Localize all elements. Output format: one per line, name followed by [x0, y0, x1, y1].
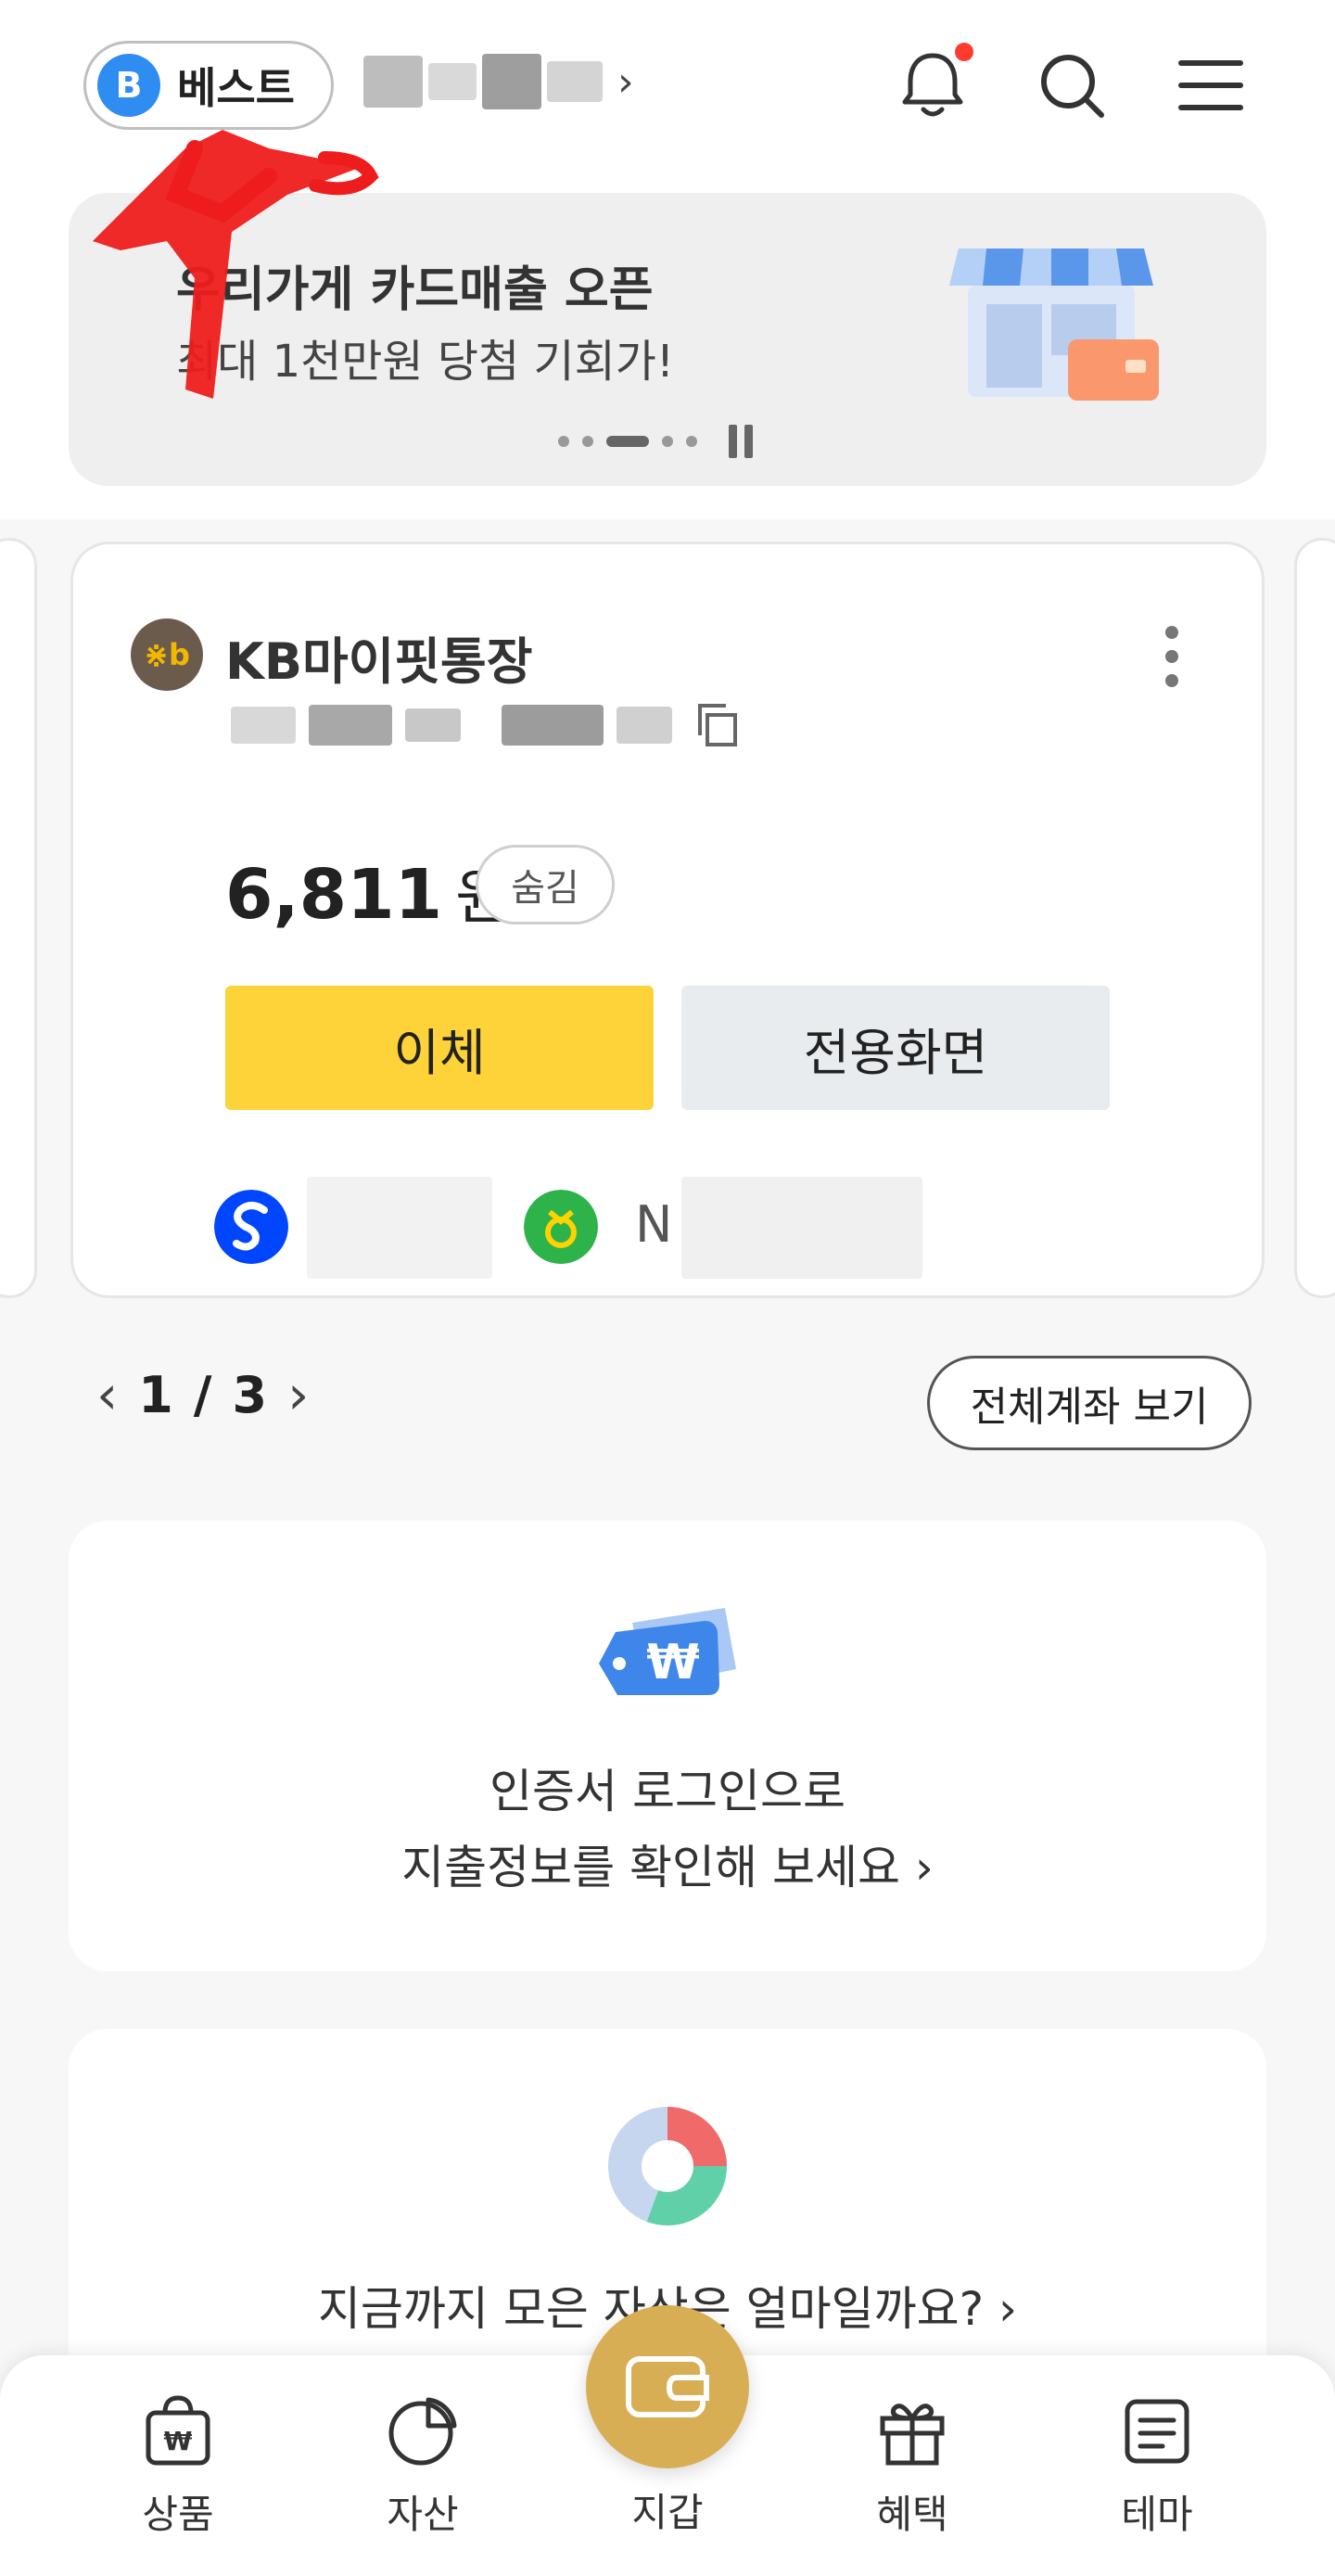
kb-bank-logo: ⋇b	[131, 618, 203, 691]
red-annotation-scribble	[93, 130, 379, 399]
donut-chart-icon	[608, 2107, 727, 2225]
search-icon[interactable]	[1033, 46, 1111, 124]
banner-dot	[582, 436, 593, 447]
spending-message-line1: 인증서 로그인으로	[490, 1765, 846, 1818]
nav-products[interactable]: ₩ 상품	[85, 2392, 271, 2540]
svg-text:₩: ₩	[646, 1635, 699, 1690]
nav-theme-label: 테마	[1121, 2492, 1193, 2537]
spending-message-line2[interactable]: 지출정보를 확인해 보세요 ›	[69, 1830, 1266, 1897]
account-card[interactable]: ⋇b KB마이핏통장 6,811 원 숨김 이체 전용화면 N	[70, 542, 1265, 1298]
notification-dot	[955, 43, 973, 61]
pager-total: 3	[232, 1365, 268, 1424]
banner-dot	[686, 436, 697, 447]
nav-benefits[interactable]: 혜택	[820, 2392, 1005, 2540]
linked-banks-row: N	[144, 1177, 978, 1279]
nav-theme[interactable]: 테마	[1064, 2392, 1250, 2540]
gift-icon	[880, 2404, 945, 2466]
banner-dot	[662, 436, 673, 447]
nav-wallet-label: 지갑	[631, 2490, 704, 2535]
dedicated-screen-button[interactable]: 전용화면	[681, 986, 1110, 1110]
nav-products-label: 상품	[142, 2492, 214, 2537]
menu-icon[interactable]	[1172, 46, 1250, 124]
nav-assets-label: 자산	[387, 2492, 459, 2537]
nh-bank-logo	[524, 1190, 598, 1264]
nav-benefits-label: 혜택	[876, 2492, 948, 2537]
document-list-icon	[1125, 2399, 1189, 2464]
masked-name-part	[482, 54, 541, 109]
wallet-icon	[626, 2356, 709, 2417]
account-name: KB마이핏통장	[225, 632, 533, 691]
nav-wallet-button[interactable]	[586, 2305, 749, 2468]
pager-current: 1	[138, 1365, 173, 1424]
pause-icon[interactable]	[729, 425, 753, 458]
account-balance: 6,811 원	[225, 850, 510, 936]
masked-name-part	[428, 63, 477, 100]
next-account-card-peek[interactable]	[1294, 538, 1335, 1298]
masked-bank-name	[681, 1177, 922, 1279]
won-tag-icon: ₩	[599, 1608, 736, 1695]
svg-text:₩: ₩	[164, 2426, 193, 2456]
nav-assets[interactable]: 자산	[330, 2392, 515, 2540]
masked-account-number	[405, 708, 461, 742]
balance-amount: 6,811	[225, 855, 443, 935]
user-name-link[interactable]: ›	[363, 54, 634, 109]
masked-account-number	[617, 707, 672, 744]
view-all-accounts-button[interactable]: 전체계좌 보기	[927, 1356, 1252, 1450]
banner-pagination	[558, 425, 753, 458]
banner-dot	[558, 436, 569, 447]
masked-account-number	[502, 705, 604, 746]
prev-page-button[interactable]: ‹	[96, 1363, 118, 1426]
account-pager: ‹ 1 / 3 ›	[96, 1363, 309, 1426]
pager-separator: /	[193, 1365, 212, 1424]
prev-account-card-peek[interactable]	[0, 538, 37, 1298]
pie-chart-icon	[388, 2397, 457, 2466]
hide-balance-button[interactable]: 숨김	[476, 845, 615, 925]
spending-info-card[interactable]: ₩ 인증서 로그인으로 지출정보를 확인해 보세요 ›	[69, 1521, 1266, 1971]
masked-account-number	[231, 707, 296, 744]
shinhan-bank-logo	[214, 1190, 288, 1264]
masked-account-number	[309, 705, 392, 746]
linked-bank-name: N	[635, 1195, 673, 1254]
chevron-right-icon: ›	[617, 57, 634, 106]
masked-name-part	[547, 61, 603, 102]
next-page-button[interactable]: ›	[287, 1363, 309, 1426]
shopping-bag-icon: ₩	[146, 2395, 210, 2466]
account-number	[231, 702, 739, 748]
masked-bank-name	[307, 1177, 492, 1279]
more-options-icon[interactable]	[1165, 626, 1178, 687]
transfer-button[interactable]: 이체	[225, 986, 654, 1110]
store-card-illustration	[949, 249, 1159, 401]
banner-dot-active	[606, 436, 649, 447]
copy-icon[interactable]	[696, 702, 739, 748]
